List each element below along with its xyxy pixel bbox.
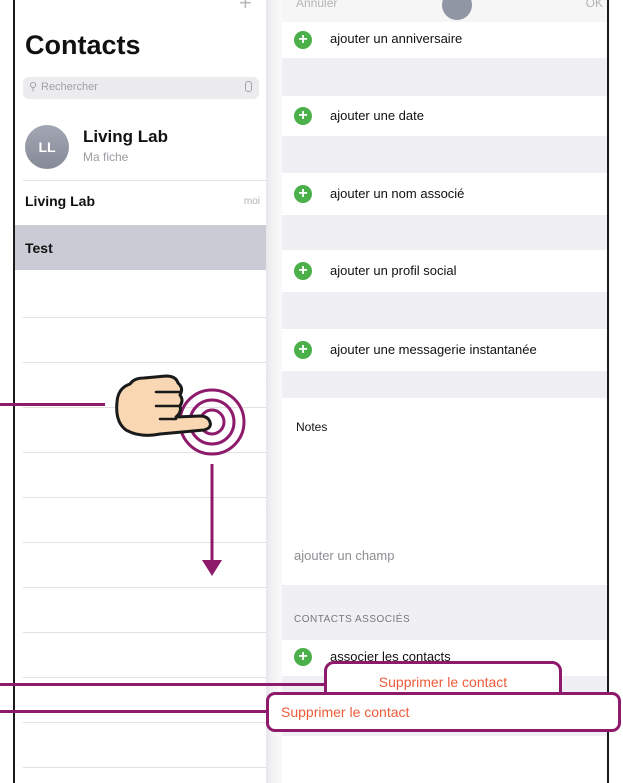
cancel-button[interactable]: Annuler xyxy=(296,0,337,10)
me-tag: moi xyxy=(243,196,260,207)
add-icon: + xyxy=(294,648,312,666)
add-field-label: ajouter un anniversaire xyxy=(330,31,463,46)
annotation-leader-line xyxy=(0,403,105,406)
delete-contact-label: Supprimer le contact xyxy=(281,704,410,720)
notes-field[interactable] xyxy=(282,398,607,531)
add-instant-message-row[interactable]: + ajouter une messagerie instantanée xyxy=(282,329,607,371)
section-header: CONTACTS ASSOCIÉS xyxy=(294,614,411,625)
add-contact-icon[interactable]: + xyxy=(239,0,252,16)
delete-contact-button[interactable]: Supprimer le contact xyxy=(266,692,621,732)
add-field-button[interactable]: ajouter un champ xyxy=(294,548,394,563)
divider xyxy=(23,767,266,768)
divider xyxy=(23,180,266,181)
list-item xyxy=(282,736,607,783)
list-item[interactable]: Test xyxy=(25,240,53,256)
list-item[interactable]: Living Lab xyxy=(25,193,95,209)
add-related-name-row[interactable]: + ajouter un nom associé xyxy=(282,173,607,215)
search-icon: ⚲ xyxy=(29,81,38,93)
done-button[interactable]: OK xyxy=(586,0,603,10)
add-field-label: ajouter une messagerie instantanée xyxy=(330,342,537,357)
add-icon: + xyxy=(294,262,312,280)
divider xyxy=(23,677,266,678)
avatar xyxy=(442,0,472,20)
add-field-label: ajouter une date xyxy=(330,108,424,123)
edit-header: Annuler OK xyxy=(282,0,607,22)
contact-name: Living Lab xyxy=(25,193,95,209)
pane-divider xyxy=(266,0,282,783)
annotation-leader-line xyxy=(0,710,268,713)
add-icon: + xyxy=(294,31,312,49)
add-icon: + xyxy=(294,185,312,203)
notes-label: Notes xyxy=(296,420,328,434)
divider xyxy=(23,317,266,318)
search-placeholder: Rechercher xyxy=(41,81,98,93)
scroll-down-gesture-icon xyxy=(115,374,246,576)
add-field-label: ajouter un profil social xyxy=(330,263,457,278)
annotation-leader-line xyxy=(0,683,326,686)
divider xyxy=(23,722,266,723)
avatar: LL xyxy=(25,125,69,169)
divider xyxy=(23,587,266,588)
add-social-profile-row[interactable]: + ajouter un profil social xyxy=(282,250,607,292)
arrow-down-icon xyxy=(202,464,222,576)
add-birthday-row[interactable]: + ajouter un anniversaire xyxy=(282,22,607,58)
add-field-label: ajouter un nom associé xyxy=(330,186,465,201)
my-card-subtitle: Ma fiche xyxy=(83,150,129,164)
my-card-name[interactable]: Living Lab xyxy=(83,127,168,147)
add-icon: + xyxy=(294,107,312,125)
microphone-icon[interactable] xyxy=(245,81,252,92)
delete-confirm-label: Supprimer le contact xyxy=(378,674,508,690)
page-title: Contacts xyxy=(25,30,141,60)
search-input[interactable]: ⚲ Rechercher xyxy=(23,77,259,99)
contact-name: Test xyxy=(25,240,53,256)
add-icon: + xyxy=(294,341,312,359)
add-date-row[interactable]: + ajouter une date xyxy=(282,96,607,136)
divider xyxy=(23,632,266,633)
